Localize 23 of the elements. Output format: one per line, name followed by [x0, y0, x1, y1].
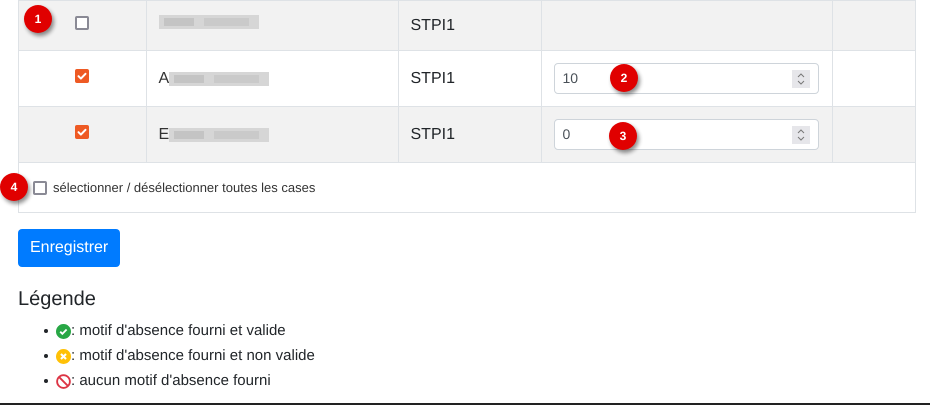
checkbox[interactable] — [75, 16, 90, 30]
field-value: 10 — [562, 69, 578, 88]
legend-text: : motif d'absence fourni et non valide — [71, 346, 315, 366]
check-circle-icon — [56, 324, 71, 338]
name-initial: A — [158, 68, 170, 88]
save-button[interactable]: Enregistrer — [18, 229, 120, 267]
select-all-label: sélectionner / désélectionner toutes les cases — [53, 178, 316, 197]
ban-icon — [56, 374, 71, 388]
x-circle-icon — [56, 348, 71, 364]
step-marker: 4 — [0, 173, 28, 201]
legend-title: Légende — [18, 287, 97, 312]
name-initial: E — [158, 124, 170, 144]
class-label: STPI1 — [410, 70, 455, 86]
class-label: STPI1 — [410, 126, 455, 142]
field-value: 0 — [562, 125, 570, 144]
checkbox[interactable] — [75, 124, 90, 138]
spinner-icon[interactable] — [792, 126, 810, 144]
spinner-icon[interactable] — [792, 70, 810, 88]
checkbox[interactable] — [33, 180, 47, 194]
checkbox[interactable] — [75, 68, 90, 82]
legend-text: : aucun motif d'absence fourni — [71, 370, 271, 391]
legend-text: : motif d'absence fourni et valide — [71, 320, 286, 341]
class-label: STPI1 — [410, 16, 455, 34]
